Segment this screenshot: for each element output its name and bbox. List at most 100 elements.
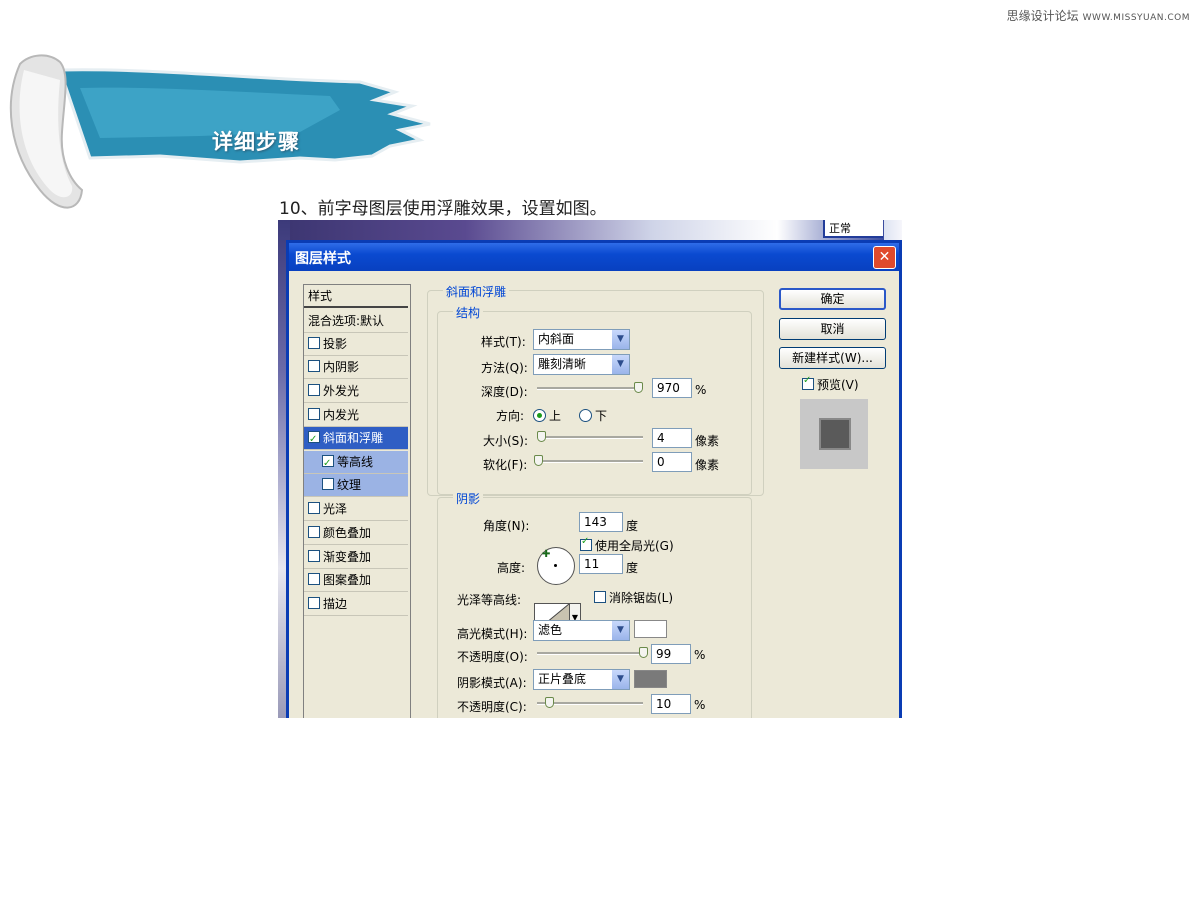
radio-icon[interactable] xyxy=(579,409,592,422)
style-item-inner-glow[interactable]: 内发光 xyxy=(304,404,408,427)
style-item-inner-shadow[interactable]: 内阴影 xyxy=(304,356,408,379)
style-item-gradient-overlay[interactable]: 渐变叠加 xyxy=(304,546,408,569)
global-light-label: 使用全局光(G) xyxy=(595,539,674,553)
soften-input[interactable]: 0 xyxy=(652,452,692,472)
highlight-opacity-track[interactable] xyxy=(537,652,643,655)
style-item-label: 渐变叠加 xyxy=(323,550,372,564)
shadow-mode-select[interactable]: 正片叠底 ▼ xyxy=(533,669,630,690)
style-item-label: 内发光 xyxy=(323,408,360,422)
texture-checkbox[interactable] xyxy=(322,478,334,490)
global-light-checkbox[interactable]: 使用全局光(G) xyxy=(580,536,674,554)
highlight-opacity-label: 不透明度(O): xyxy=(457,650,528,664)
chevron-down-icon[interactable]: ▼ xyxy=(612,355,629,374)
altitude-input[interactable]: 11 xyxy=(579,554,623,574)
size-unit: 像素 xyxy=(695,434,720,448)
highlight-opacity-thumb[interactable] xyxy=(639,647,648,658)
style-item-label: 外发光 xyxy=(323,384,360,398)
style-item-label: 光泽 xyxy=(323,502,348,516)
satin-checkbox[interactable] xyxy=(308,502,320,514)
preview-checkbox[interactable]: 预览(V) xyxy=(802,375,859,393)
angle-dial[interactable]: ✚ xyxy=(537,547,575,585)
highlight-opacity-input[interactable]: 99 xyxy=(651,644,691,664)
banner-title: 详细步骤 xyxy=(212,130,300,154)
gloss-contour-label: 光泽等高线: xyxy=(457,593,522,607)
checkbox-checked-icon[interactable] xyxy=(802,375,814,390)
dialog-titlebar[interactable]: 图层样式 ✕ xyxy=(289,243,899,271)
shadow-opacity-thumb[interactable] xyxy=(545,697,554,708)
style-select-value: 内斜面 xyxy=(538,332,575,346)
dial-center-icon xyxy=(554,564,557,567)
angle-input[interactable]: 143 xyxy=(579,512,623,532)
direction-up-radio[interactable]: 上 xyxy=(533,407,561,424)
shadow-mode-value: 正片叠底 xyxy=(538,672,587,686)
style-select[interactable]: 内斜面 ▼ xyxy=(533,329,630,350)
chevron-down-icon[interactable]: ▼ xyxy=(612,670,629,689)
direction-label: 方向: xyxy=(496,409,525,423)
drop-shadow-checkbox[interactable] xyxy=(308,337,320,349)
soften-unit: 像素 xyxy=(695,458,720,472)
soften-slider-thumb[interactable] xyxy=(534,455,543,466)
highlight-mode-label: 高光模式(H): xyxy=(457,627,528,641)
altitude-unit: 度 xyxy=(626,561,639,575)
inner-shadow-checkbox[interactable] xyxy=(308,360,320,372)
style-item-stroke[interactable]: 描边 xyxy=(304,593,408,616)
style-item-outer-glow[interactable]: 外发光 xyxy=(304,380,408,403)
ok-button[interactable]: 确定 xyxy=(779,288,886,310)
style-item-label: 投影 xyxy=(323,337,348,351)
style-item-label: 描边 xyxy=(323,597,348,611)
shadow-color-swatch[interactable] xyxy=(634,670,667,688)
anti-alias-checkbox[interactable]: 消除锯齿(L) xyxy=(594,589,673,606)
style-item-pattern-overlay[interactable]: 图案叠加 xyxy=(304,569,408,592)
style-item-bevel-emboss[interactable]: 斜面和浮雕 xyxy=(304,427,408,451)
size-slider-thumb[interactable] xyxy=(537,431,546,442)
close-button[interactable]: ✕ xyxy=(873,246,896,269)
technique-label: 方法(Q): xyxy=(481,361,528,375)
highlight-opacity-unit: % xyxy=(694,648,706,662)
pattern-overlay-checkbox[interactable] xyxy=(308,573,320,585)
depth-input[interactable]: 970 xyxy=(652,378,692,398)
style-item-texture[interactable]: 纹理 xyxy=(304,474,408,497)
checkbox-checked-icon[interactable] xyxy=(580,536,592,551)
blending-options-item[interactable]: 混合选项:默认 xyxy=(304,310,408,333)
inner-glow-checkbox[interactable] xyxy=(308,408,320,420)
contour-checkbox[interactable] xyxy=(322,452,334,475)
checkbox-icon[interactable] xyxy=(594,591,606,603)
new-style-button[interactable]: 新建样式(W)... xyxy=(779,347,886,369)
shadow-opacity-input[interactable]: 10 xyxy=(651,694,691,714)
chevron-down-icon[interactable]: ▼ xyxy=(612,330,629,349)
style-item-contour[interactable]: 等高线 xyxy=(304,451,408,475)
size-input[interactable]: 4 xyxy=(652,428,692,448)
dialog-title: 图层样式 xyxy=(295,251,351,267)
highlight-color-swatch[interactable] xyxy=(634,620,667,638)
steps-banner: 详细步骤 xyxy=(0,40,440,220)
stroke-checkbox[interactable] xyxy=(308,597,320,609)
size-slider-track[interactable] xyxy=(537,436,643,439)
technique-select[interactable]: 雕刻清晰 ▼ xyxy=(533,354,630,375)
style-item-drop-shadow[interactable]: 投影 xyxy=(304,333,408,356)
step-caption: 10、前字母图层使用浮雕效果，设置如图。 xyxy=(279,199,607,219)
gradient-overlay-checkbox[interactable] xyxy=(308,550,320,562)
soften-slider-track[interactable] xyxy=(537,460,643,463)
angle-label: 角度(N): xyxy=(483,519,530,533)
preview-swatch xyxy=(819,418,851,450)
depth-slider-thumb[interactable] xyxy=(634,382,643,393)
cancel-button[interactable]: 取消 xyxy=(779,318,886,340)
radio-selected-icon[interactable] xyxy=(533,409,546,422)
shadow-opacity-unit: % xyxy=(694,698,706,712)
color-overlay-checkbox[interactable] xyxy=(308,526,320,538)
depth-label: 深度(D): xyxy=(481,385,528,399)
depth-slider-track[interactable] xyxy=(537,387,643,390)
outer-glow-checkbox[interactable] xyxy=(308,384,320,396)
bevel-emboss-checkbox[interactable] xyxy=(308,428,320,451)
style-preview xyxy=(800,399,868,469)
angle-unit: 度 xyxy=(626,519,639,533)
style-item-satin[interactable]: 光泽 xyxy=(304,498,408,521)
direction-down-radio[interactable]: 下 xyxy=(579,407,607,424)
highlight-mode-select[interactable]: 滤色 ▼ xyxy=(533,620,630,641)
background-canvas-top xyxy=(278,220,902,242)
soften-label: 软化(F): xyxy=(483,458,528,472)
preview-label: 预览(V) xyxy=(817,378,859,392)
style-item-color-overlay[interactable]: 颜色叠加 xyxy=(304,522,408,545)
chevron-down-icon[interactable]: ▼ xyxy=(612,621,629,640)
light-direction-icon: ✚ xyxy=(542,549,551,560)
